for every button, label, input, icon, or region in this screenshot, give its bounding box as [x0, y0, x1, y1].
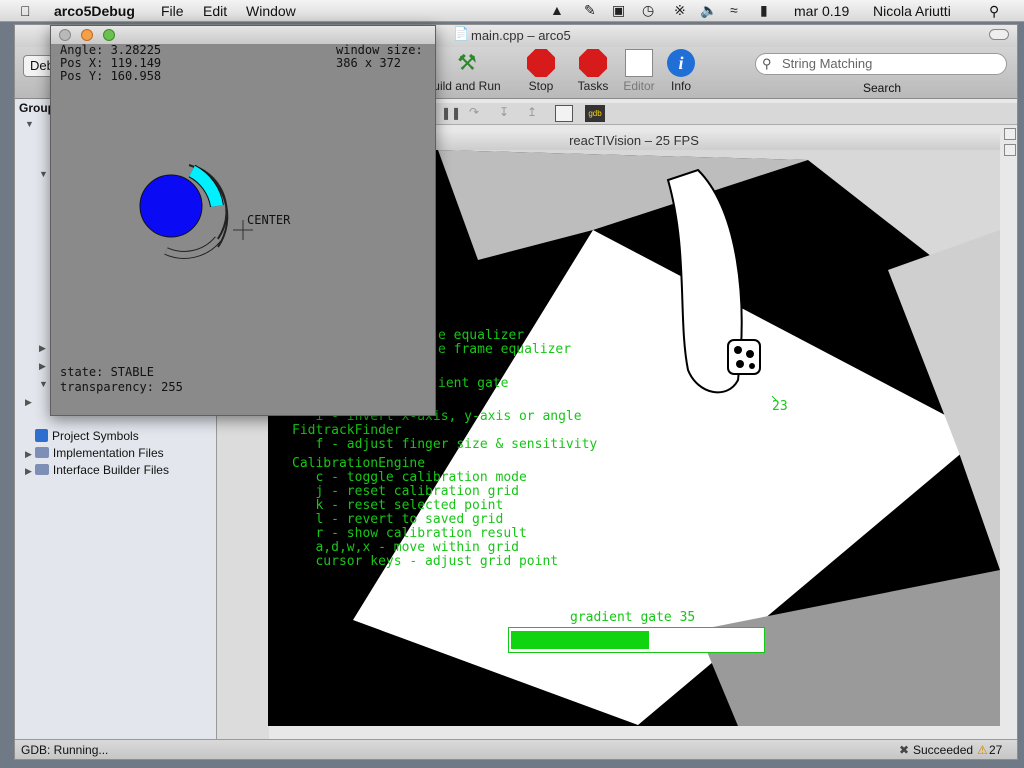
wifi-icon[interactable]: ≈ — [730, 2, 738, 18]
cube-icon — [35, 429, 48, 442]
help-line: e equalizer — [438, 328, 525, 343]
sidebar-item-label: Project Symbols — [52, 429, 139, 443]
disclosure-triangle-icon[interactable]: ▶ — [25, 397, 32, 408]
disclosure-triangle-icon: ▶ — [25, 449, 32, 459]
help-line: e frame equalizer — [438, 342, 572, 357]
sidebar-item-project-symbols[interactable]: Project Symbols — [35, 429, 139, 443]
app-menu[interactable]: arco5Debug — [54, 3, 135, 19]
disclosure-triangle-icon[interactable]: ▼ — [39, 169, 48, 179]
split-view-icon[interactable] — [1004, 128, 1016, 140]
help-line: ient gate — [438, 376, 509, 391]
volume-icon[interactable]: 🔈 — [700, 2, 717, 19]
build-and-run-button[interactable]: ⚒ uild and Run — [427, 49, 507, 93]
help-line: l - revert to saved grid — [292, 512, 504, 527]
help-line: k - reset selected point — [292, 498, 504, 513]
help-line: f - adjust finger size & sensitivity — [292, 437, 598, 452]
gradient-gate-fill — [511, 631, 649, 649]
state-readout: state: STABLE — [60, 365, 154, 379]
split-view-icon[interactable] — [1004, 144, 1016, 156]
center-label: CENTER — [247, 213, 291, 227]
warning-icon: ⚠ — [977, 743, 988, 757]
sidebar-item-label: Implementation Files — [52, 446, 164, 460]
search-placeholder: String Matching — [782, 56, 873, 71]
help-line: CalibrationEngine — [292, 456, 426, 471]
menu-window[interactable]: Window — [246, 3, 296, 19]
document-icon: 📄 — [453, 26, 470, 41]
debug-titlebar — [51, 26, 435, 44]
search-label: Search — [863, 81, 902, 95]
gdb-icon[interactable]: gdb — [585, 105, 605, 122]
sidebar-item-interface-builder-files[interactable]: ▶ Interface Builder Files — [25, 463, 169, 477]
bluetooth-icon[interactable]: ※ — [674, 2, 686, 19]
pause-icon[interactable]: ❚❚ — [441, 106, 461, 120]
window-size-value: 386 x 372 — [336, 56, 402, 70]
sidebar-item-label: Interface Builder Files — [52, 463, 169, 477]
debug-window: Angle: 3.28225 Pos X: 119.149 Pos Y: 160… — [50, 25, 436, 416]
zoom-button-icon[interactable] — [103, 29, 115, 41]
stop-label: Stop — [528, 79, 554, 93]
gradient-gate-label: gradient gate 35 — [570, 610, 696, 625]
sidebar-item-implementation-files[interactable]: ▶ Implementation Files — [25, 446, 164, 460]
disclosure-triangle-icon[interactable]: ▶ — [39, 361, 46, 372]
stop-icon — [527, 49, 555, 77]
hammer-icon: ⚒ — [457, 50, 477, 75]
fiducial-id-label: 23 — [772, 399, 788, 414]
object-visualization — [139, 164, 253, 259]
info-icon: i — [667, 49, 695, 77]
tasks-label: Tasks — [577, 79, 609, 93]
search-input[interactable]: ⚲ String Matching — [755, 53, 1007, 75]
status-text: GDB: Running... — [21, 743, 109, 757]
warning-count: 27 — [989, 743, 1003, 757]
display-icon[interactable]: ▣ — [612, 2, 625, 19]
console-icon[interactable] — [555, 105, 573, 122]
disclosure-triangle-icon[interactable]: ▼ — [25, 119, 34, 129]
reactivision-title: reacTIVision – 25 FPS — [569, 133, 699, 148]
help-line: FidtrackFinder — [292, 423, 402, 438]
clock[interactable]: mar 0.19 — [794, 3, 849, 19]
disclosure-triangle-icon[interactable]: ▶ — [39, 343, 46, 354]
gradient-gate-bar — [508, 627, 765, 653]
step-into-icon[interactable]: ↧ — [499, 105, 509, 119]
search-icon: ⚲ — [762, 56, 772, 71]
menu-bar:  arco5Debug File Edit Window ▲ ✎ ▣ ◷ ※ … — [0, 0, 1024, 22]
folder-icon — [34, 464, 49, 475]
help-line: j - reset calibration grid — [292, 484, 519, 499]
tasks-icon — [579, 49, 607, 77]
status-bar: GDB: Running... ✖ Succeeded ⚠ 27 — [15, 739, 1017, 759]
window-title: main.cpp – arco5 — [471, 28, 571, 43]
debugger-toolbar: ❚❚ ↷ ↧ ↥ gdb — [435, 103, 1017, 125]
disclosure-triangle-icon: ▶ — [25, 466, 32, 476]
user-name[interactable]: Nicola Ariutti — [873, 3, 951, 19]
info-label: Info — [670, 79, 691, 93]
help-line: c - toggle calibration mode — [292, 470, 527, 485]
disclosure-triangle-icon[interactable]: ▼ — [39, 379, 48, 389]
step-out-icon[interactable]: ↥ — [527, 105, 537, 119]
build-status: Succeeded — [913, 743, 974, 757]
build-and-run-label: uild and Run — [433, 79, 501, 93]
menu-edit[interactable]: Edit — [203, 3, 227, 19]
folder-icon — [34, 447, 49, 458]
transparency-readout: transparency: 255 — [60, 380, 183, 394]
status-icon: ✖ — [899, 743, 910, 757]
minimize-button-icon[interactable] — [81, 29, 93, 41]
spotlight-icon[interactable]: ⚲ — [989, 3, 999, 20]
help-line: a,d,w,x - move within grid — [292, 540, 519, 555]
battery-icon[interactable]: ▮ — [760, 2, 768, 19]
apple-menu-icon[interactable]:  — [20, 3, 31, 19]
fiducial-marker — [727, 339, 761, 375]
drive-icon[interactable]: ▲ — [550, 2, 564, 18]
toolbar-toggle-button[interactable] — [989, 29, 1009, 40]
time-machine-icon[interactable]: ◷ — [642, 2, 654, 19]
disabled-button-icon[interactable] — [59, 29, 71, 41]
pos-y-readout: Pos Y: 160.958 — [60, 69, 162, 83]
menu-file[interactable]: File — [161, 3, 184, 19]
info-button[interactable]: i Info — [649, 49, 713, 93]
help-line: r - show calibration result — [292, 526, 527, 541]
help-line: cursor keys - adjust grid point — [292, 554, 559, 569]
script-icon[interactable]: ✎ — [584, 2, 596, 19]
step-over-icon[interactable]: ↷ — [469, 105, 479, 119]
